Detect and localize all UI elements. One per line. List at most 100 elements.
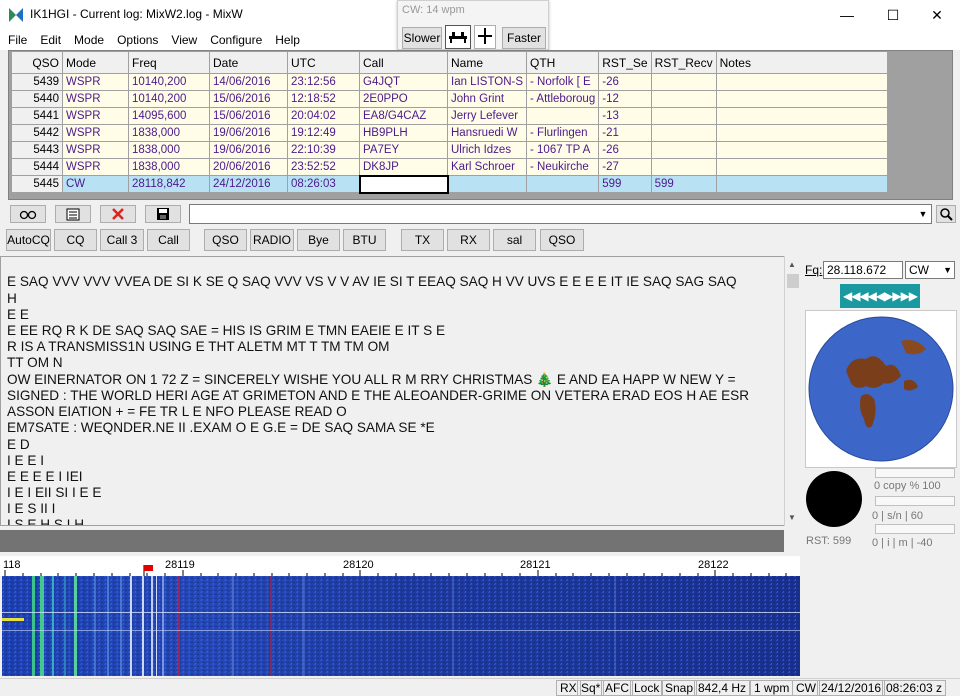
cell-name[interactable]: Hansruedi W xyxy=(446,124,528,142)
frequency-input[interactable]: 28.118.672 xyxy=(823,261,903,279)
cell-rst-sent[interactable]: 599 xyxy=(598,175,652,193)
cell-qth[interactable] xyxy=(526,175,600,193)
table-row[interactable]: 5441 WSPR 14095,600 15/06/2016 20:04:02 EA8/G… xyxy=(11,107,888,125)
cell-utc[interactable]: 23:52:52 xyxy=(287,158,360,176)
cell-notes[interactable] xyxy=(715,158,888,176)
cell-utc[interactable]: 20:04:02 xyxy=(287,107,360,125)
call-search-combo[interactable]: ▼ xyxy=(189,204,932,224)
col-mode[interactable]: Mode xyxy=(62,51,129,74)
cell-notes[interactable] xyxy=(715,73,888,91)
cell-qth[interactable]: - 1067 TP A xyxy=(526,141,600,159)
table-row[interactable]: 5443 WSPR 1838,000 19/06/2016 22:10:39 PA7EY U… xyxy=(11,141,888,159)
cell-notes[interactable] xyxy=(715,107,888,125)
minimize-button[interactable]: — xyxy=(824,0,870,30)
col-freq[interactable]: Freq xyxy=(128,51,210,74)
cell-notes[interactable] xyxy=(715,90,888,108)
cell-notes[interactable] xyxy=(715,175,888,193)
col-notes[interactable]: Notes xyxy=(715,51,888,74)
menu-help[interactable]: Help xyxy=(267,30,305,47)
cell-freq[interactable]: 1838,000 xyxy=(128,158,210,176)
menu-configure[interactable]: Configure xyxy=(202,30,267,47)
menu-view[interactable]: View xyxy=(163,30,202,47)
cell-mode[interactable]: WSPR xyxy=(62,141,129,159)
macro-call-button[interactable]: Call xyxy=(147,229,190,251)
cell-date[interactable]: 15/06/2016 xyxy=(209,107,288,125)
details-button[interactable] xyxy=(55,205,91,223)
col-call[interactable]: Call xyxy=(359,51,448,74)
cell-mode[interactable]: WSPR xyxy=(62,158,129,176)
cell-utc[interactable]: 22:10:39 xyxy=(287,141,360,159)
menu-file[interactable]: File xyxy=(0,30,32,47)
macro-qso2-button[interactable]: QSO xyxy=(540,229,584,251)
cell-notes[interactable] xyxy=(715,141,888,159)
cell-qth[interactable]: - Norfolk [ E xyxy=(526,73,600,91)
rx-button[interactable]: RX xyxy=(447,229,490,251)
waterfall-display[interactable] xyxy=(2,576,800,676)
cell-qso[interactable]: 5445 xyxy=(11,175,63,193)
cell-mode[interactable]: WSPR xyxy=(62,124,129,142)
cell-qso[interactable]: 5439 xyxy=(11,73,63,91)
cell-date[interactable]: 15/06/2016 xyxy=(209,90,288,108)
cell-rst-recv[interactable] xyxy=(650,90,717,108)
scroll-up-icon[interactable]: ▲ xyxy=(788,260,796,269)
cell-rst-sent[interactable]: -26 xyxy=(598,73,652,91)
cell-mode[interactable]: CW xyxy=(62,175,129,193)
transmit-text-area[interactable] xyxy=(0,530,800,552)
cell-utc[interactable]: 23:12:56 xyxy=(287,73,360,91)
macro-autocq-button[interactable]: AutoCQ xyxy=(6,229,51,251)
cell-freq[interactable]: 10140,200 xyxy=(128,73,210,91)
cell-call[interactable]: DK8JP xyxy=(359,158,448,176)
cell-mode[interactable]: WSPR xyxy=(62,90,129,108)
cell-mode[interactable]: WSPR xyxy=(62,73,129,91)
table-row[interactable]: 5444 WSPR 1838,000 20/06/2016 23:52:52 DK8JP K… xyxy=(11,158,888,176)
cell-freq[interactable]: 1838,000 xyxy=(128,124,210,142)
close-button[interactable]: ✕ xyxy=(914,0,960,30)
macro-cq-button[interactable]: CQ xyxy=(54,229,97,251)
search-button[interactable] xyxy=(936,205,956,223)
cell-rst-sent[interactable]: -27 xyxy=(598,158,652,176)
cell-freq[interactable]: 10140,200 xyxy=(128,90,210,108)
faster-button[interactable]: Faster xyxy=(502,27,546,49)
cell-rst-recv[interactable] xyxy=(650,124,717,142)
menu-options[interactable]: Options xyxy=(109,30,163,47)
cell-qth[interactable]: - Neukirche xyxy=(526,158,600,176)
cell-qth[interactable]: - Attleboroug xyxy=(526,90,600,108)
macro-call3-button[interactable]: Call 3 xyxy=(100,229,144,251)
cell-name[interactable]: Karl Schroer xyxy=(446,158,528,176)
cell-rst-recv[interactable] xyxy=(650,141,717,159)
maximize-button[interactable]: ☐ xyxy=(870,0,916,30)
chevron-down-icon[interactable]: ▼ xyxy=(915,205,931,223)
status-lock[interactable]: Lock xyxy=(630,680,664,696)
status-snap[interactable]: Snap xyxy=(661,680,698,696)
macro-sal-button[interactable]: sal xyxy=(493,229,536,251)
cell-freq[interactable]: 1838,000 xyxy=(128,141,210,159)
tuning-arrows[interactable]: ◀◀◀◀◀▶▶▶▶ xyxy=(840,284,920,308)
chevron-down-icon[interactable]: ▼ xyxy=(943,262,952,278)
col-name[interactable]: Name xyxy=(446,51,528,74)
mode-select[interactable]: CW ▼ xyxy=(905,261,955,279)
receive-scrollbar[interactable]: ▲ ▼ xyxy=(784,256,800,526)
cell-name[interactable]: John Grint xyxy=(446,90,528,108)
col-rst-recv[interactable]: RST_Recv xyxy=(650,51,717,74)
cell-qso[interactable]: 5444 xyxy=(11,158,63,176)
col-rst-sent[interactable]: RST_Se xyxy=(598,51,652,74)
cell-qth[interactable] xyxy=(526,107,600,125)
cell-date[interactable]: 24/12/2016 xyxy=(209,175,288,193)
col-utc[interactable]: UTC xyxy=(287,51,360,74)
cell-date[interactable]: 20/06/2016 xyxy=(209,158,288,176)
cell-name[interactable]: Ian LISTON-S xyxy=(446,73,528,91)
paddle-key-icon[interactable] xyxy=(474,25,496,49)
cell-rst-recv[interactable] xyxy=(650,73,717,91)
cell-date[interactable]: 19/06/2016 xyxy=(209,124,288,142)
cell-name[interactable]: Ulrich Idzes xyxy=(446,141,528,159)
cell-mode[interactable]: WSPR xyxy=(62,107,129,125)
table-row[interactable]: 5439 WSPR 10140,200 14/06/2016 23:12:56 G4JQT… xyxy=(11,73,888,91)
slower-button[interactable]: Slower xyxy=(402,27,442,49)
delete-button[interactable] xyxy=(100,205,136,223)
cell-utc[interactable]: 19:12:49 xyxy=(287,124,360,142)
table-row[interactable]: 5440 WSPR 10140,200 15/06/2016 12:18:52 2E0PP… xyxy=(11,90,888,108)
cell-rst-sent[interactable]: -26 xyxy=(598,141,652,159)
menu-mode[interactable]: Mode xyxy=(66,30,109,47)
cell-rst-recv[interactable] xyxy=(650,107,717,125)
cell-qso[interactable]: 5441 xyxy=(11,107,63,125)
